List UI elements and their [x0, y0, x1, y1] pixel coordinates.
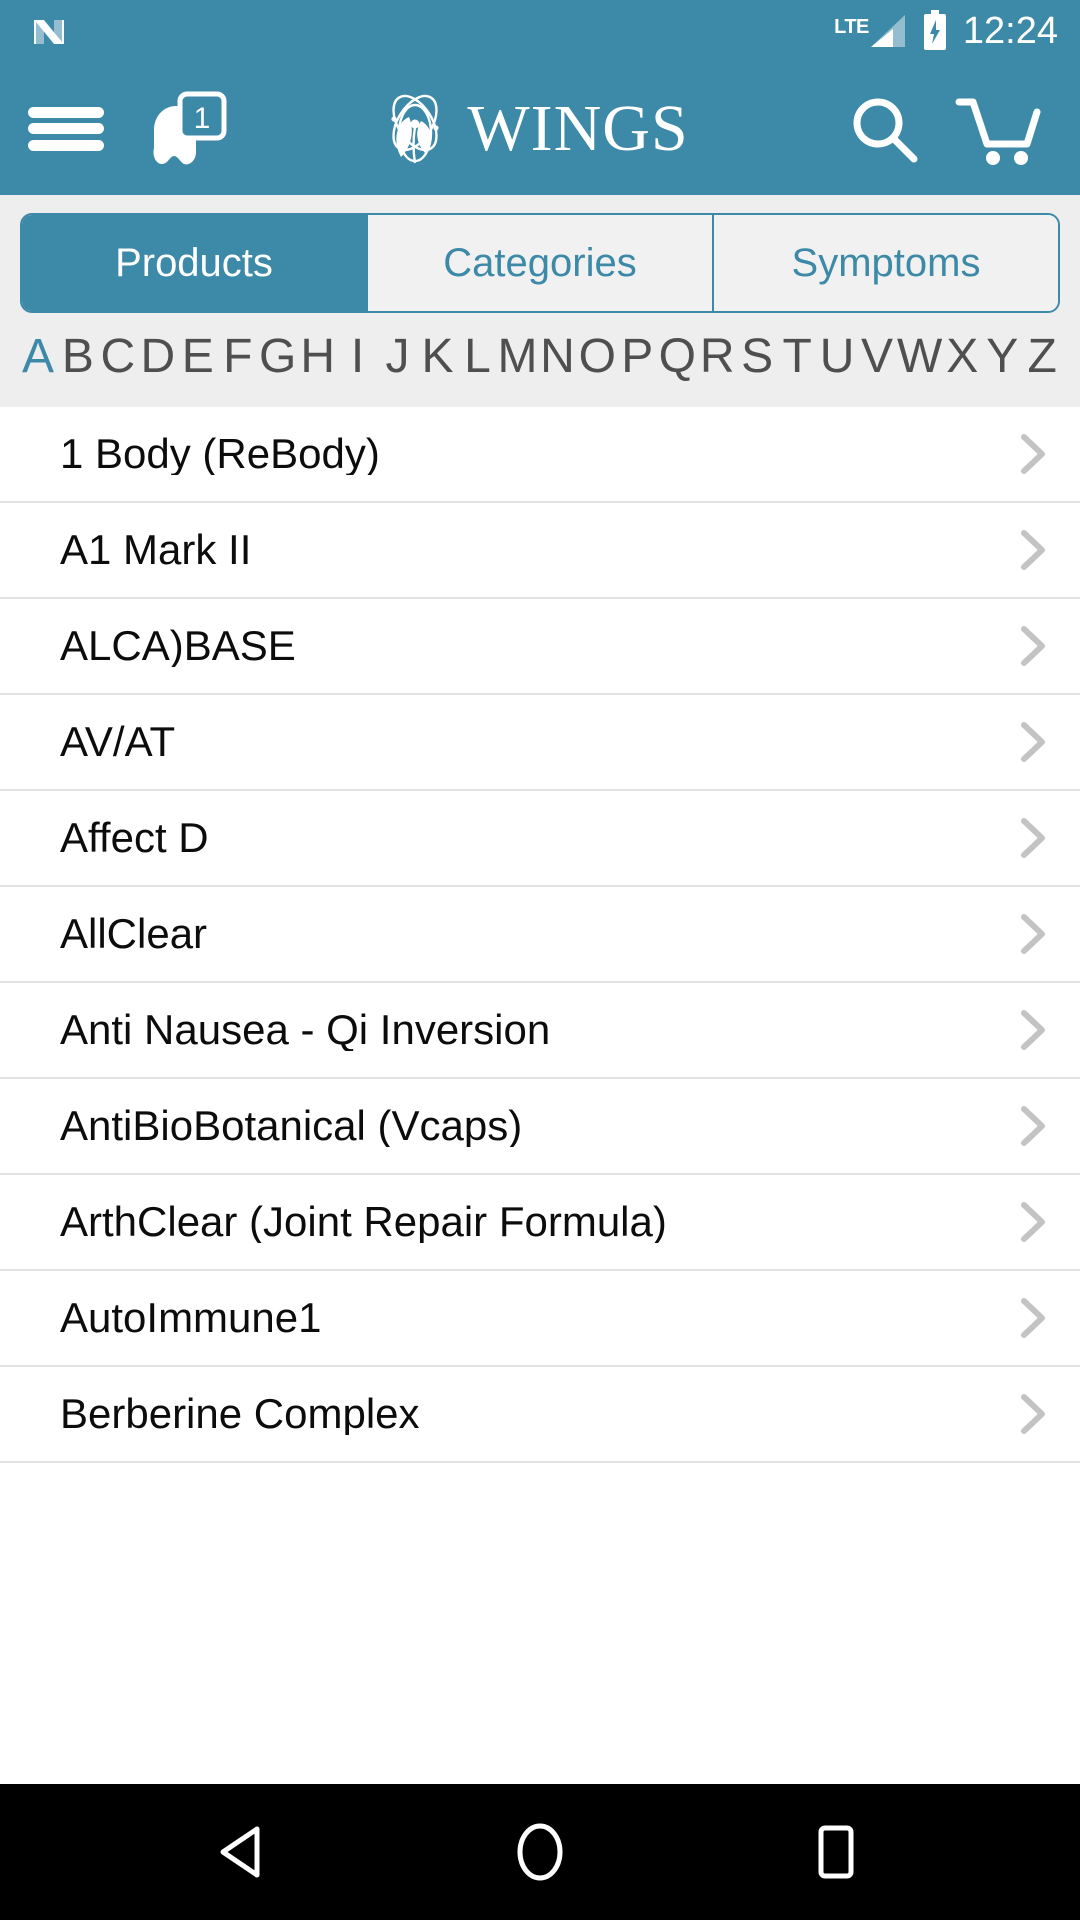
alpha-letter-q[interactable]: Q [657, 333, 697, 381]
table-row[interactable]: 1 Body (ReBody) [0, 407, 1080, 503]
table-row[interactable]: AV/AT [0, 695, 1080, 791]
search-icon [853, 98, 918, 162]
product-name: AllClear [60, 913, 208, 955]
chevron-right-icon [1021, 434, 1045, 474]
network-type-label: LTE [834, 16, 869, 38]
alpha-letter-l[interactable]: L [457, 333, 497, 381]
table-row[interactable]: Affect D [0, 791, 1080, 887]
status-bar-left [28, 10, 70, 52]
chevron-right-icon [1021, 530, 1045, 570]
product-name: AutoImmune1 [60, 1297, 322, 1339]
android-nougat-icon [28, 10, 70, 52]
tab-products[interactable]: Products [22, 215, 368, 311]
back-triangle-icon [220, 1826, 260, 1878]
alpha-letter-a[interactable]: A [18, 333, 58, 381]
chevron-right-icon [1021, 1106, 1045, 1146]
nav-recents-button[interactable] [788, 1804, 884, 1900]
table-row[interactable]: Anti Nausea - Qi Inversion [0, 983, 1080, 1079]
chevron-right-icon [1021, 1010, 1045, 1050]
tab-categories[interactable]: Categories [368, 215, 714, 311]
product-name: A1 Mark II [60, 529, 252, 571]
product-name: AntiBioBotanical (Vcaps) [60, 1105, 523, 1147]
alpha-letter-y[interactable]: Y [982, 333, 1022, 381]
signal-bars-icon: LTE [830, 13, 907, 49]
cart-button[interactable] [950, 81, 1046, 177]
alpha-letter-i[interactable]: I [338, 333, 378, 381]
alpha-letter-o[interactable]: O [577, 333, 617, 381]
table-row[interactable]: A1 Mark II [0, 503, 1080, 599]
product-list: 1 Body (ReBody) A1 Mark II ALCA)BASE AV/… [0, 407, 1080, 1784]
alpha-letter-h[interactable]: H [298, 333, 338, 381]
chevron-right-icon [1021, 1202, 1045, 1242]
alpha-letter-d[interactable]: D [138, 333, 178, 381]
hamburger-line [28, 106, 104, 118]
alpha-letter-z[interactable]: Z [1022, 333, 1062, 381]
alpha-letter-e[interactable]: E [178, 333, 218, 381]
hamburger-line [28, 123, 104, 134]
brand-name: WINGS [467, 91, 689, 165]
product-name: Affect D [60, 817, 209, 859]
alpha-letter-n[interactable]: N [537, 333, 577, 381]
alpha-letter-g[interactable]: G [258, 333, 298, 381]
alpha-letter-k[interactable]: K [418, 333, 458, 381]
chevron-right-icon [1021, 1394, 1045, 1434]
status-bar-clock: 12:24 [962, 10, 1058, 52]
product-name: AV/AT [60, 721, 176, 763]
chevron-right-icon [1021, 1298, 1045, 1338]
chevron-right-icon [1021, 626, 1045, 666]
alpha-letter-t[interactable]: T [777, 333, 817, 381]
product-name: ArthClear (Joint Repair Formula) [60, 1201, 667, 1243]
status-bar-right: LTE 12:24 [830, 10, 1058, 52]
alpha-letter-p[interactable]: P [617, 333, 657, 381]
alpha-letter-w[interactable]: W [897, 333, 942, 381]
product-name: Anti Nausea - Qi Inversion [60, 1009, 551, 1051]
alpha-letter-v[interactable]: V [857, 333, 897, 381]
search-button[interactable] [836, 81, 932, 177]
hamburger-menu-icon[interactable] [28, 99, 104, 159]
segmented-control: Products Categories Symptoms [20, 213, 1060, 313]
alpha-letter-m[interactable]: M [497, 333, 537, 381]
chevron-right-icon [1021, 722, 1045, 762]
tab-symptoms[interactable]: Symptoms [714, 215, 1058, 311]
tab-bar-area: Products Categories Symptoms [0, 195, 1080, 329]
alpha-letter-u[interactable]: U [817, 333, 857, 381]
product-name: ALCA)BASE [60, 625, 296, 667]
app-header: 1 WINGS [0, 62, 1080, 195]
table-row[interactable]: AllClear [0, 887, 1080, 983]
home-circle-icon [517, 1823, 563, 1881]
product-name: Berberine Complex [60, 1393, 420, 1435]
alpha-letter-r[interactable]: R [697, 333, 737, 381]
alpha-letter-x[interactable]: X [942, 333, 982, 381]
table-row[interactable]: AutoImmune1 [0, 1271, 1080, 1367]
nav-home-button[interactable] [492, 1804, 588, 1900]
alpha-letter-j[interactable]: J [378, 333, 418, 381]
table-row[interactable]: ArthClear (Joint Repair Formula) [0, 1175, 1080, 1271]
table-row[interactable]: Berberine Complex [0, 1367, 1080, 1463]
alpha-letter-f[interactable]: F [218, 333, 258, 381]
recents-square-icon [818, 1825, 854, 1879]
hamburger-line [28, 139, 104, 151]
nav-back-button[interactable] [196, 1804, 292, 1900]
alpha-letter-b[interactable]: B [58, 333, 98, 381]
table-row[interactable]: AntiBioBotanical (Vcaps) [0, 1079, 1080, 1175]
android-navigation-bar [0, 1784, 1080, 1920]
app-root: LTE 12:24 1 WINGS Products Categories Sy… [0, 0, 1080, 1920]
notification-icon: 1 [153, 91, 227, 164]
chevron-right-icon [1021, 818, 1045, 858]
product-name: 1 Body (ReBody) [60, 433, 380, 475]
wings-flower-logo-icon [391, 94, 439, 163]
battery-charging-icon [921, 10, 949, 52]
alphabet-index: A B C D E F G H I J K L M N O P Q R S T … [0, 329, 1080, 407]
table-row[interactable]: ALCA)BASE [0, 599, 1080, 695]
notification-button[interactable]: 1 [140, 89, 232, 169]
shopping-cart-icon [955, 98, 1041, 165]
notification-badge-count: 1 [194, 102, 211, 135]
chevron-right-icon [1021, 914, 1045, 954]
status-bar: LTE 12:24 [0, 0, 1080, 62]
brand-logo[interactable]: WINGS [222, 83, 836, 175]
alpha-letter-s[interactable]: S [737, 333, 777, 381]
alpha-letter-c[interactable]: C [98, 333, 138, 381]
